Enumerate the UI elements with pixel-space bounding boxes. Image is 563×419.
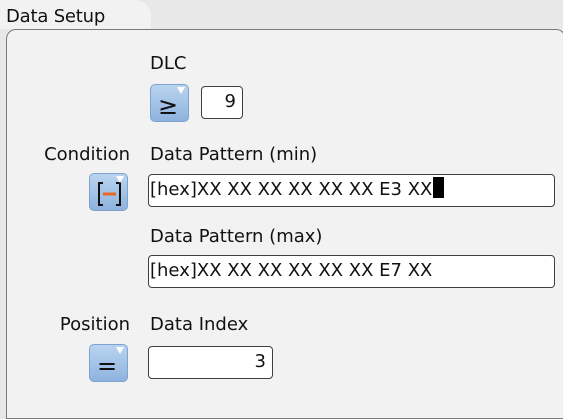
data-index-label: Data Index — [150, 314, 249, 335]
text-cursor — [433, 177, 445, 198]
condition-operator-button[interactable] — [89, 173, 128, 211]
dropdown-triangle-icon — [177, 87, 185, 94]
dlc-value-field[interactable]: 9 — [201, 86, 243, 119]
dlc-operator-button[interactable]: ≥ — [150, 84, 189, 122]
position-operator-button[interactable]: = — [89, 344, 128, 382]
dropdown-triangle-icon — [116, 347, 124, 354]
data-pattern-min-label: Data Pattern (min) — [150, 144, 318, 165]
data-setup-tab[interactable]: Data Setup — [0, 0, 151, 29]
data-index-field[interactable]: 3 — [148, 346, 273, 379]
data-pattern-min-field[interactable]: [hex]XX XX XX XX XX XX E3 XX — [148, 174, 555, 207]
svg-text:=: = — [97, 352, 117, 380]
svg-text:≥: ≥ — [158, 92, 178, 120]
dropdown-triangle-icon — [116, 176, 124, 183]
data-pattern-max-field[interactable]: [hex]XX XX XX XX XX XX E7 XX — [148, 255, 555, 288]
position-label: Position — [59, 314, 130, 335]
dlc-label: DLC — [150, 53, 187, 74]
condition-label: Condition — [44, 144, 130, 165]
tab-title: Data Setup — [6, 6, 106, 27]
data-pattern-min-value: [hex]XX XX XX XX XX XX E3 XX — [150, 179, 433, 200]
data-pattern-max-label: Data Pattern (max) — [150, 226, 323, 247]
